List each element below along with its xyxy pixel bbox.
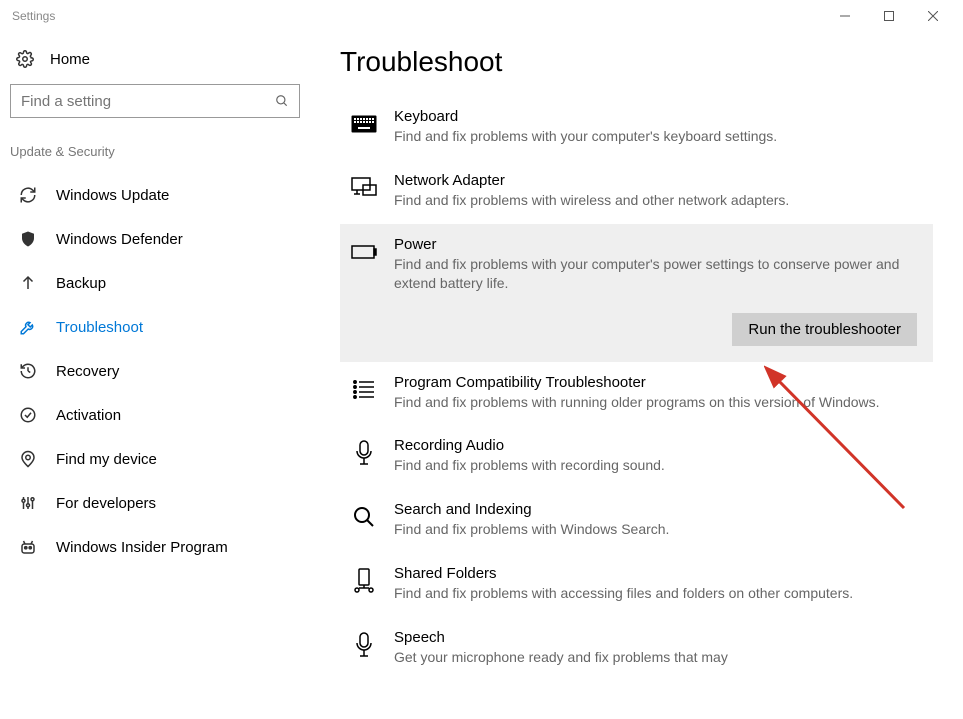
sidebar-item-windows-update[interactable]: Windows Update xyxy=(10,173,300,217)
ts-title: Program Compatibility Troubleshooter xyxy=(394,374,923,391)
sidebar-item-for-developers[interactable]: For developers xyxy=(10,481,300,525)
location-icon xyxy=(18,449,38,469)
window-controls xyxy=(823,2,955,30)
search-input[interactable] xyxy=(10,84,300,118)
ts-item-recording-audio[interactable]: Recording Audio Find and fix problems wi… xyxy=(340,425,933,489)
keyboard-icon xyxy=(350,110,378,138)
window-title: Settings xyxy=(8,9,823,23)
home-link[interactable]: Home xyxy=(10,44,300,84)
microphone-icon xyxy=(350,439,378,467)
ts-title: Search and Indexing xyxy=(394,501,923,518)
titlebar: Settings xyxy=(0,0,963,32)
shield-icon xyxy=(18,229,38,249)
ts-title: Power xyxy=(394,236,923,253)
ts-item-search-indexing[interactable]: Search and Indexing Find and fix problem… xyxy=(340,489,933,553)
sidebar-item-label: Windows Defender xyxy=(56,231,183,248)
developers-icon xyxy=(18,493,38,513)
ts-desc: Find and fix problems with Windows Searc… xyxy=(394,520,923,539)
sidebar-item-find-my-device[interactable]: Find my device xyxy=(10,437,300,481)
close-button[interactable] xyxy=(911,2,955,30)
sidebar-item-insider[interactable]: Windows Insider Program xyxy=(10,525,300,569)
main-content: Troubleshoot Keyboard Find and fix probl… xyxy=(310,32,963,719)
history-icon xyxy=(18,361,38,381)
sidebar-item-label: Activation xyxy=(56,407,121,424)
ts-item-network-adapter[interactable]: Network Adapter Find and fix problems wi… xyxy=(340,160,933,224)
sidebar-item-recovery[interactable]: Recovery xyxy=(10,349,300,393)
sidebar-item-label: Backup xyxy=(56,275,106,292)
sidebar-item-label: Find my device xyxy=(56,451,157,468)
sidebar-section-label: Update & Security xyxy=(10,138,300,173)
sidebar: Home Update & Security Windows Update Wi… xyxy=(0,32,310,719)
ts-desc: Find and fix problems with your computer… xyxy=(394,255,923,293)
magnifier-icon xyxy=(350,503,378,531)
sync-icon xyxy=(18,185,38,205)
minimize-button[interactable] xyxy=(823,2,867,30)
ts-desc: Find and fix problems with your computer… xyxy=(394,127,923,146)
sidebar-item-backup[interactable]: Backup xyxy=(10,261,300,305)
network-adapter-icon xyxy=(350,174,378,202)
ts-title: Speech xyxy=(394,629,923,646)
ts-desc: Find and fix problems with accessing fil… xyxy=(394,584,923,603)
list-icon xyxy=(350,376,378,404)
ts-desc: Find and fix problems with recording sou… xyxy=(394,456,923,475)
sidebar-item-label: Troubleshoot xyxy=(56,319,143,336)
sidebar-item-label: Windows Update xyxy=(56,187,169,204)
shared-folders-icon xyxy=(350,567,378,595)
ts-title: Shared Folders xyxy=(394,565,923,582)
sidebar-item-troubleshoot[interactable]: Troubleshoot xyxy=(10,305,300,349)
microphone-icon xyxy=(350,631,378,659)
sidebar-item-windows-defender[interactable]: Windows Defender xyxy=(10,217,300,261)
sidebar-item-label: For developers xyxy=(56,495,156,512)
check-circle-icon xyxy=(18,405,38,425)
search-icon xyxy=(275,94,289,108)
ts-desc: Find and fix problems with running older… xyxy=(394,393,923,412)
sidebar-item-label: Recovery xyxy=(56,363,119,380)
gear-icon xyxy=(16,50,34,68)
wrench-icon xyxy=(18,317,38,337)
ts-item-power[interactable]: Power Find and fix problems with your co… xyxy=(340,224,933,307)
ts-item-speech[interactable]: Speech Get your microphone ready and fix… xyxy=(340,617,933,681)
sidebar-item-activation[interactable]: Activation xyxy=(10,393,300,437)
ts-desc: Find and fix problems with wireless and … xyxy=(394,191,923,210)
ts-desc: Get your microphone ready and fix proble… xyxy=(394,648,923,667)
maximize-button[interactable] xyxy=(867,2,911,30)
sidebar-item-label: Windows Insider Program xyxy=(56,539,228,556)
search-field[interactable] xyxy=(21,93,275,110)
ts-item-program-compatibility[interactable]: Program Compatibility Troubleshooter Fin… xyxy=(340,362,933,426)
ts-item-power-selected: Power Find and fix problems with your co… xyxy=(340,224,933,362)
run-troubleshooter-button[interactable]: Run the troubleshooter xyxy=(732,313,917,346)
up-arrow-icon xyxy=(18,273,38,293)
battery-icon xyxy=(350,238,378,266)
ts-title: Keyboard xyxy=(394,108,923,125)
page-title: Troubleshoot xyxy=(340,46,933,78)
ts-title: Network Adapter xyxy=(394,172,923,189)
home-label: Home xyxy=(50,51,90,68)
insider-icon xyxy=(18,537,38,557)
ts-item-shared-folders[interactable]: Shared Folders Find and fix problems wit… xyxy=(340,553,933,617)
ts-title: Recording Audio xyxy=(394,437,923,454)
ts-item-keyboard[interactable]: Keyboard Find and fix problems with your… xyxy=(340,96,933,160)
